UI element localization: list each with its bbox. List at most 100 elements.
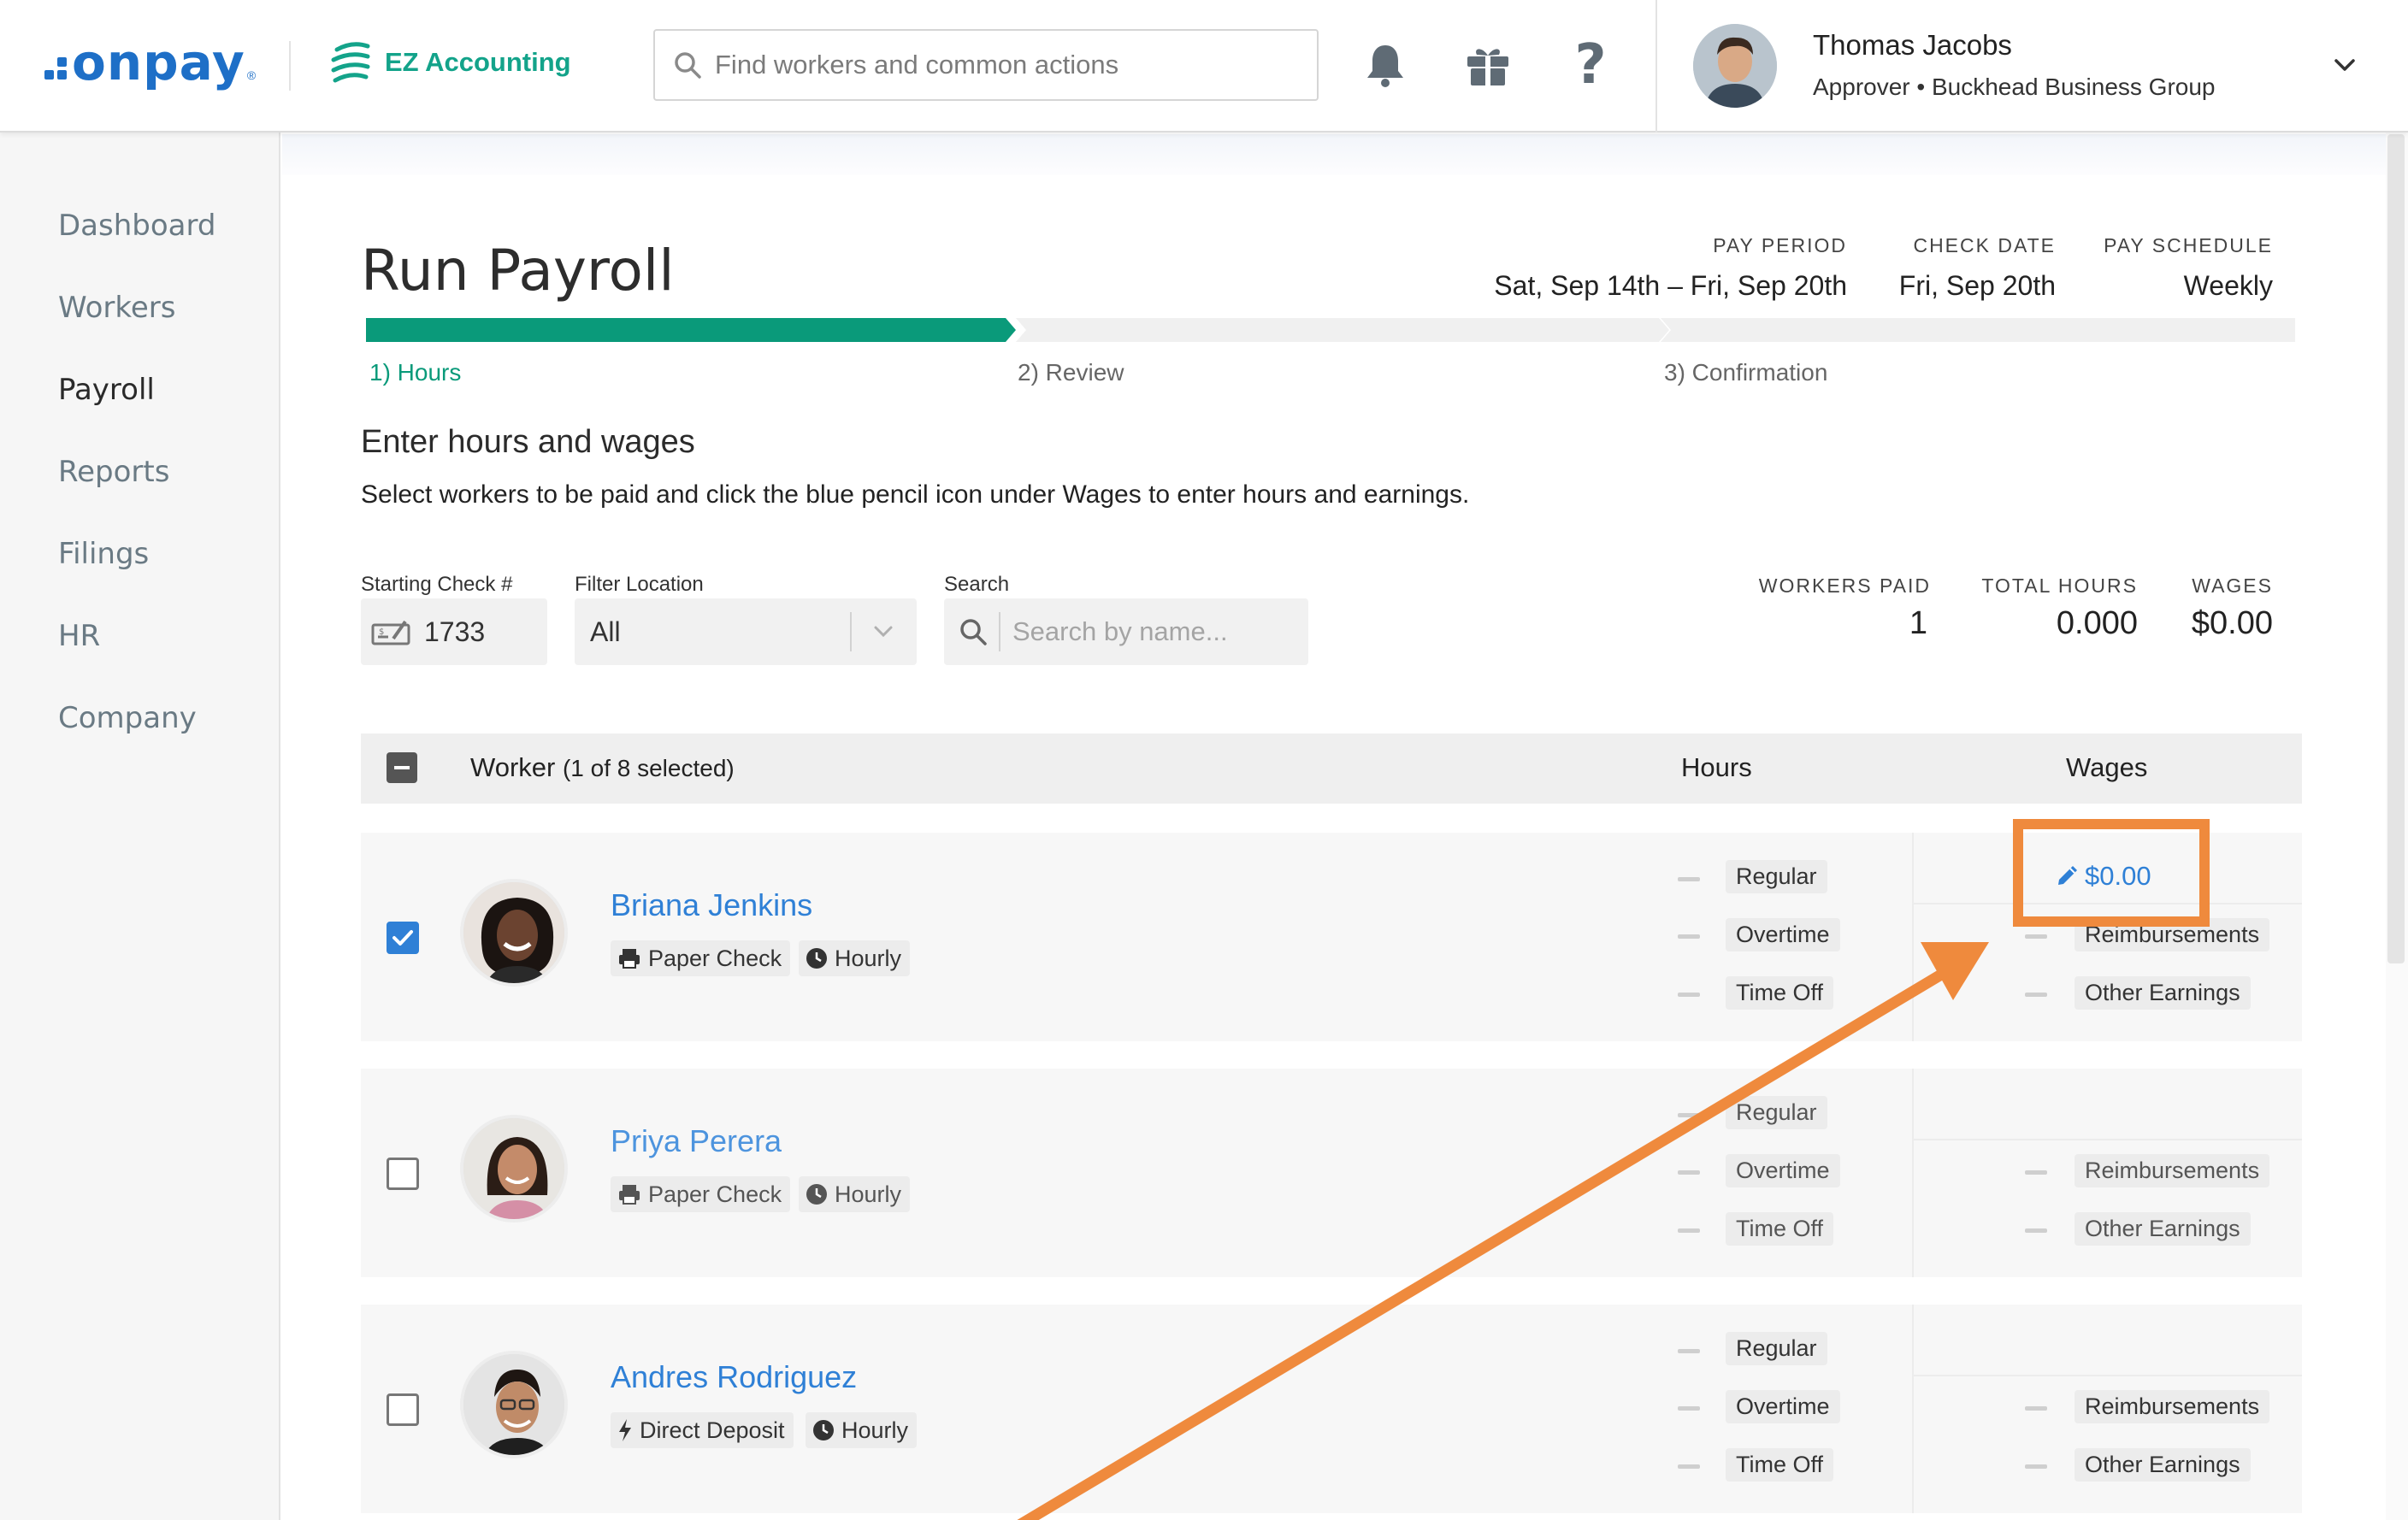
hours-column-header: Hours [1681,752,1752,782]
scrollbar[interactable] [2387,134,2405,963]
worker-search-input[interactable] [1012,616,1286,647]
payment-method-label: Paper Check [648,945,782,971]
user-name[interactable]: Thomas Jacobs [1813,29,2012,62]
sidebar-item-dashboard[interactable]: Dashboard [58,209,215,243]
worker-name-link[interactable]: Andres Rodriguez [611,1359,857,1395]
pay-type-label: Hourly [835,945,902,971]
payment-method-badge: Paper Check [611,940,791,976]
table-row: Andres Rodriguez Direct Deposit Hourly R… [361,1305,2302,1513]
column-divider [1912,1305,1914,1513]
logo-divider [289,41,291,91]
user-avatar[interactable] [1693,24,1777,108]
hours-placeholder [1678,1406,1700,1411]
worker-checkbox[interactable] [387,922,419,954]
hours-type-overtime: Overtime [1726,1390,1840,1423]
step-review: 2) Review [1018,359,1124,386]
search-label: Search [944,573,1010,596]
worker-checkbox[interactable] [387,1158,419,1190]
step-confirmation: 3) Confirmation [1664,359,1828,386]
starting-check-field[interactable]: $ 1733 [361,598,547,665]
column-divider [1912,833,1914,1041]
pay-type-badge: Hourly [799,940,911,976]
hours-type-overtime: Overtime [1726,918,1840,951]
pay-schedule-label: PAY SCHEDULE [2104,234,2273,256]
clock-icon [806,948,827,969]
worker-name-link[interactable]: Priya Perera [611,1123,782,1159]
check-date-value: Fri, Sep 20th [1898,270,2056,301]
clock-icon [813,1420,834,1440]
pay-type-label: Hourly [841,1417,909,1443]
search-icon [675,52,701,79]
search-icon [960,619,987,645]
sidebar-item-hr[interactable]: HR [58,619,100,653]
hours-placeholder [1678,1113,1700,1117]
starting-check-value[interactable]: 1733 [424,616,485,648]
hours-placeholder [1678,934,1700,939]
table-row: Priya Perera Paper Check Hourly Regular … [361,1069,2302,1277]
annotation-highlight-box [2013,819,2210,927]
avatar [460,1351,568,1458]
avatar [460,879,568,987]
global-search-input[interactable] [715,50,1296,80]
ez-accounting-text: EZ Accounting [385,47,571,77]
onpay-logo-text: onpay [72,33,245,91]
filter-location-select[interactable]: All [575,598,917,665]
hours-type-regular: Regular [1726,1332,1827,1365]
check-icon: $ [371,620,410,645]
wages-column-header: Wages [2066,752,2148,782]
svg-text:$: $ [379,627,384,637]
filter-location-label: Filter Location [575,573,704,596]
worker-checkbox[interactable] [387,1393,419,1426]
select-divider [850,612,852,651]
gift-icon[interactable] [1464,41,1512,89]
sidebar-item-company[interactable]: Company [58,701,197,735]
step-hours: 1) Hours [369,359,462,386]
wage-placeholder [2025,1228,2047,1233]
hours-type-time-off: Time Off [1726,976,1834,1010]
pay-period-value: Sat, Sep 14th – Fri, Sep 20th [1494,270,1847,301]
hours-placeholder [1678,1349,1700,1353]
total-hours-label: TOTAL HOURS [1981,574,2138,597]
wage-placeholder [2025,934,2047,939]
payment-method-label: Direct Deposit [640,1417,785,1443]
bell-icon[interactable] [1361,41,1409,89]
onpay-logo[interactable]: onpay ® [44,32,256,92]
select-all-checkbox[interactable] [387,752,417,783]
hours-placeholder [1678,1228,1700,1233]
global-search[interactable] [653,29,1319,101]
table-row: Briana Jenkins Paper Check Hourly Regula… [361,833,2302,1041]
wage-placeholder [2025,1464,2047,1469]
pay-type-label: Hourly [835,1181,902,1207]
sidebar-item-workers[interactable]: Workers [58,291,176,325]
table-header: Worker (1 of 8 selected) Hours Wages [361,733,2302,804]
help-icon[interactable]: ? [1567,33,1614,97]
onpay-logo-mark [44,57,67,80]
chevron-down-icon [874,626,893,638]
printer-icon [619,1185,640,1205]
sidebar-item-reports[interactable]: Reports [58,455,169,489]
worker-search-field[interactable] [944,598,1308,665]
hours-type-regular: Regular [1726,860,1827,893]
section-title: Enter hours and wages [361,424,695,460]
lightning-icon [619,1419,631,1441]
wage-divider [1914,1139,2302,1140]
header-divider [1656,0,1657,133]
hours-placeholder [1678,993,1700,997]
hours-type-regular: Regular [1726,1096,1827,1129]
pay-type-badge: Hourly [806,1412,918,1448]
worker-name-link[interactable]: Briana Jenkins [611,887,812,923]
hours-type-time-off: Time Off [1726,1212,1834,1246]
wage-type-other-earnings: Other Earnings [2075,976,2251,1010]
sidebar-item-payroll[interactable]: Payroll [58,373,155,407]
search-divider [999,612,1000,651]
check-date-label: CHECK DATE [1913,234,2056,256]
filter-location-value: All [590,616,621,647]
hours-placeholder [1678,877,1700,881]
payment-method-label: Paper Check [648,1181,782,1207]
top-header: onpay ® EZ Accounting ? [0,0,2408,133]
workers-paid-label: WORKERS PAID [1758,574,1931,597]
chevron-down-icon[interactable] [2329,50,2360,80]
total-hours-value: 0.000 [2056,605,2138,641]
sidebar-item-filings[interactable]: Filings [58,537,149,571]
payment-method-badge: Direct Deposit [611,1412,794,1448]
